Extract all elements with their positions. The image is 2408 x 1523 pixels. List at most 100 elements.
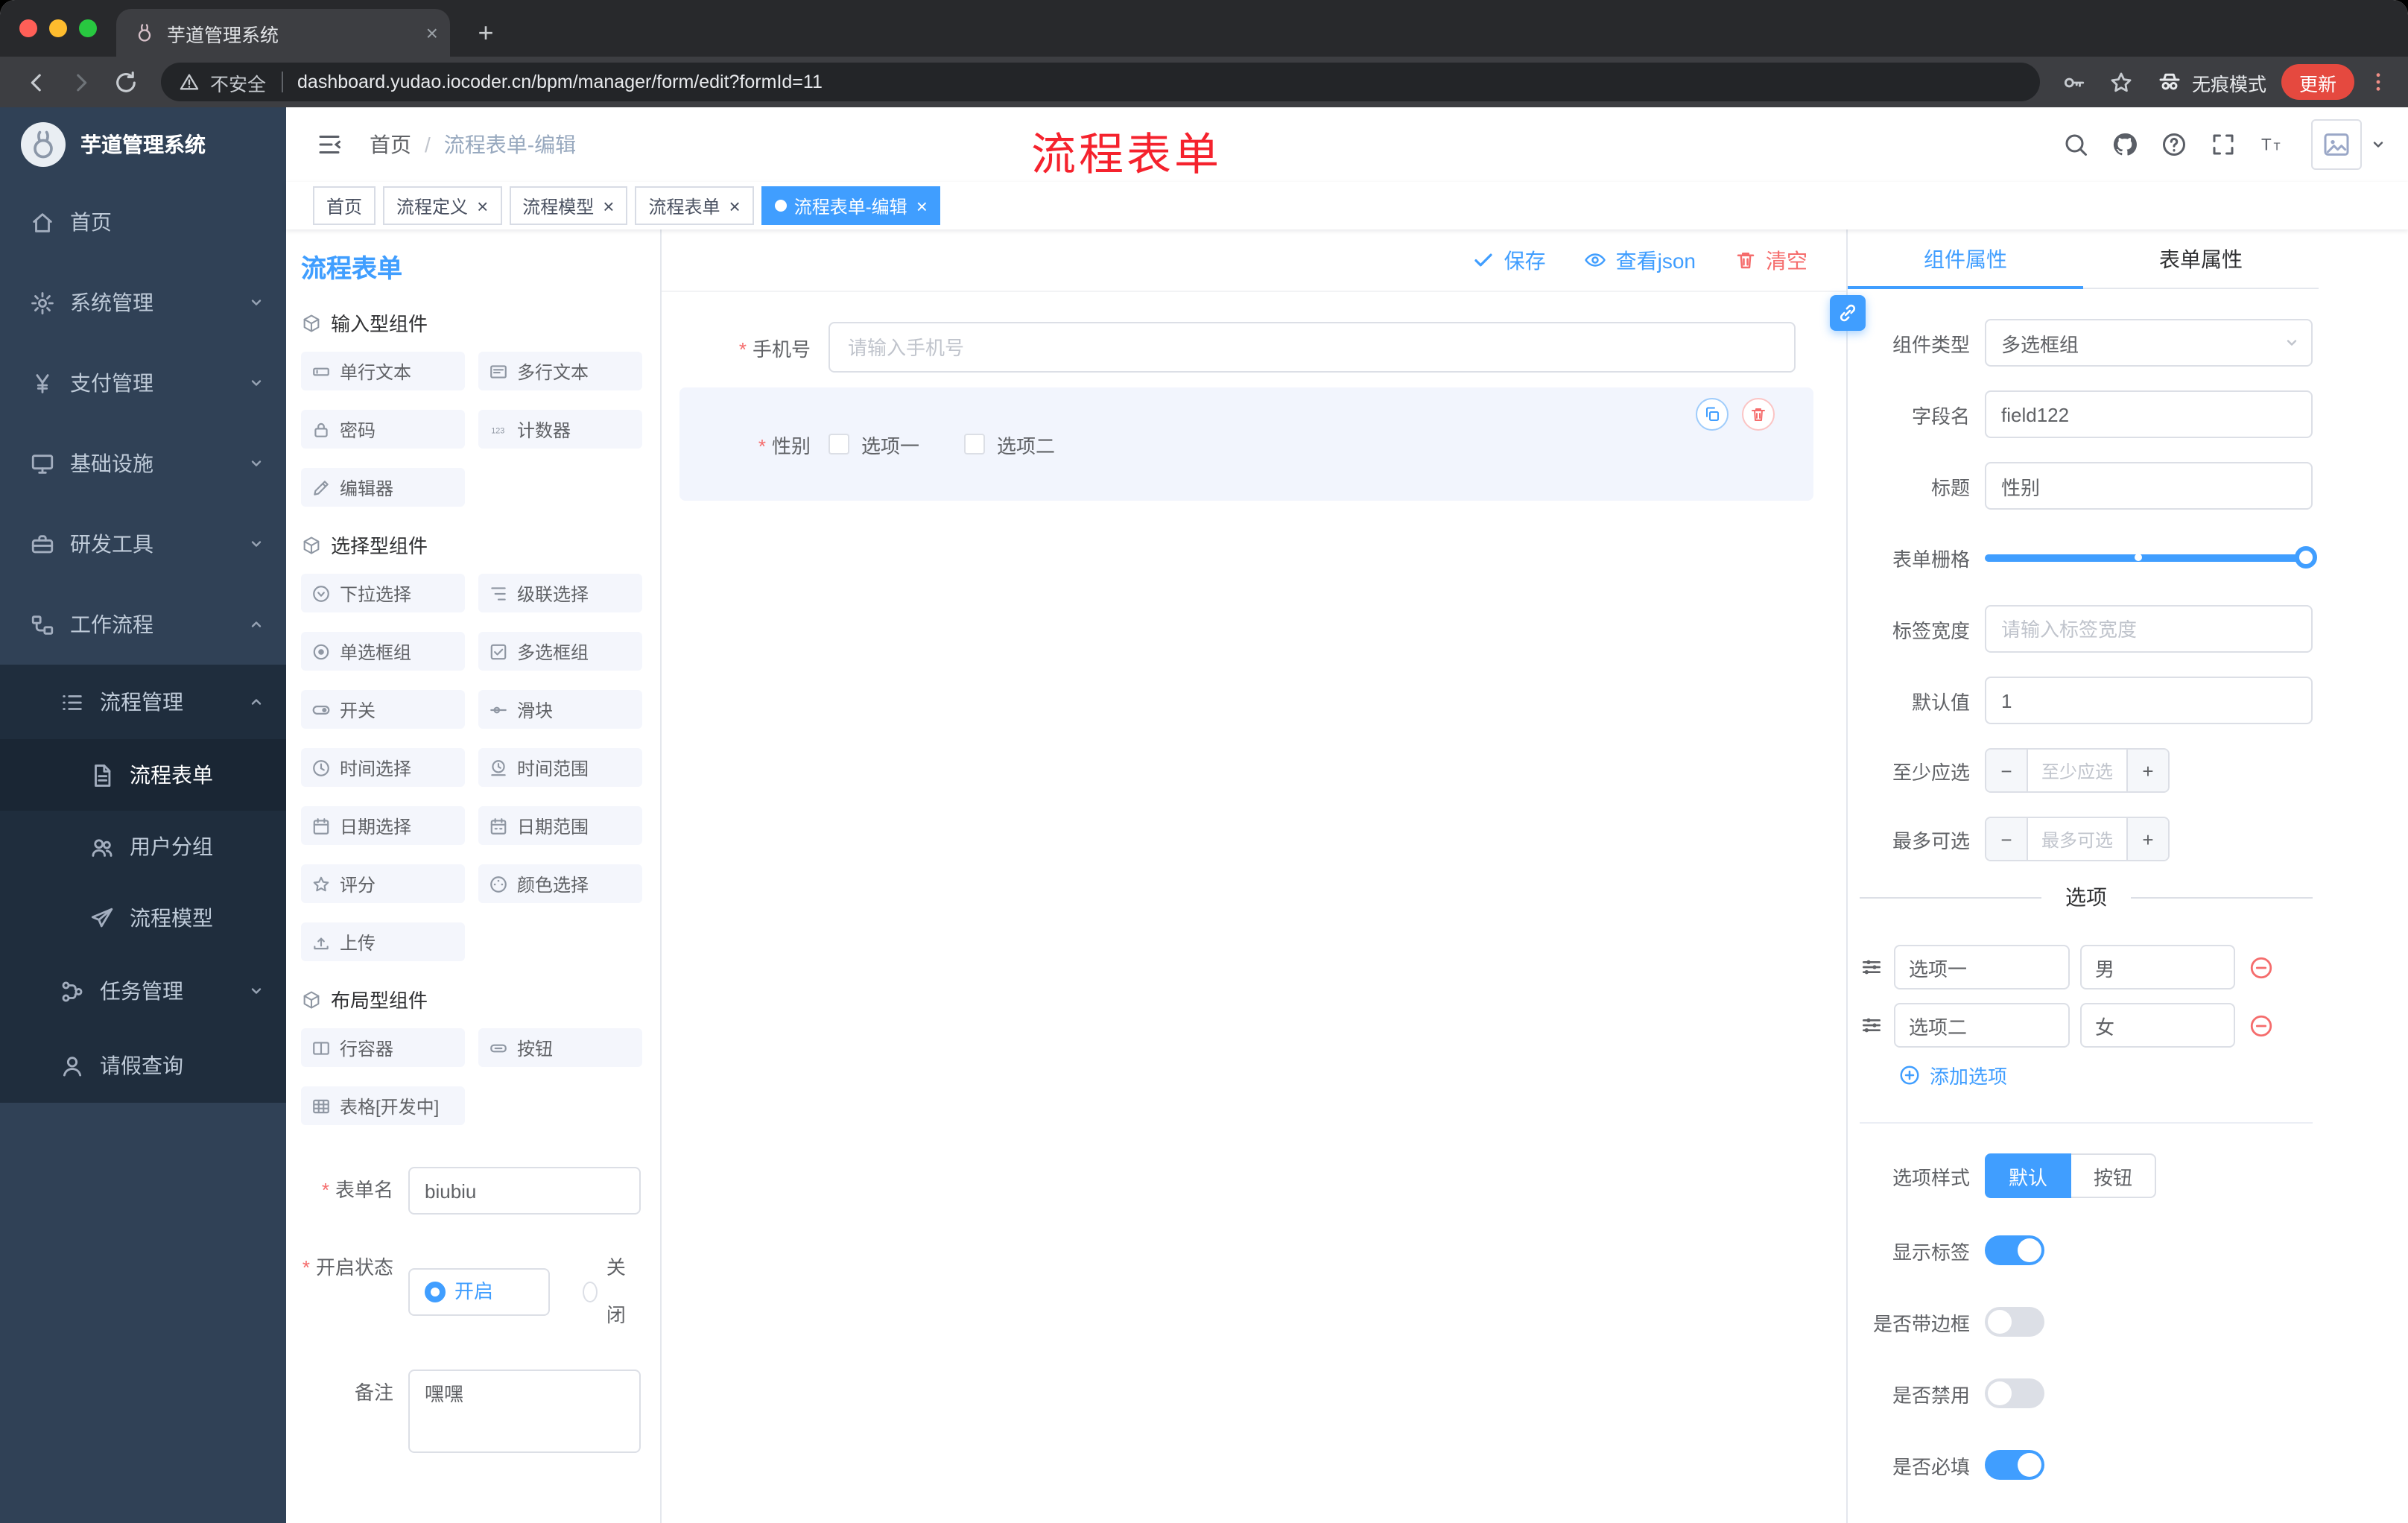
github-button[interactable]	[2103, 122, 2147, 167]
tag-process-form[interactable]: 流程表单 ×	[635, 186, 754, 225]
selected-widget-gender[interactable]: 性别 选项一 选项二	[679, 387, 1813, 501]
drag-handle-icon[interactable]	[1860, 955, 1883, 979]
new-tab-button[interactable]: +	[465, 12, 507, 54]
copy-widget-button[interactable]	[1696, 398, 1729, 431]
sidebar-item-infra[interactable]: 基础设施	[0, 423, 286, 504]
tab-component-props[interactable]: 组件属性	[1848, 229, 2083, 289]
option-value-input[interactable]	[2080, 945, 2235, 990]
show-label-switch[interactable]	[1985, 1235, 2044, 1265]
form-name-input[interactable]	[408, 1167, 641, 1215]
palette-item-date-range[interactable]: 日期范围	[478, 806, 642, 845]
palette-item-color[interactable]: 颜色选择	[478, 864, 642, 903]
docs-help-button[interactable]	[2152, 122, 2196, 167]
palette-item-slider[interactable]: 滑块	[478, 690, 642, 729]
default-value-input[interactable]	[1985, 677, 2313, 724]
sidebar-item-system[interactable]: 系统管理	[0, 262, 286, 343]
label-width-input[interactable]	[1985, 605, 2313, 653]
clear-button[interactable]: 清空	[1734, 245, 1807, 275]
remove-option-icon[interactable]	[2249, 1013, 2274, 1038]
palette-item-time[interactable]: 时间选择	[301, 748, 465, 787]
status-on-radio[interactable]: 开启	[408, 1268, 551, 1316]
title-input[interactable]	[1985, 462, 2313, 510]
sidebar-item-process-mgmt[interactable]: 流程管理	[0, 665, 286, 739]
browser-tab[interactable]: 芋道管理系统 ×	[116, 9, 450, 57]
chevron-down-icon[interactable]	[2369, 136, 2387, 153]
tag-process-form-edit[interactable]: 流程表单-编辑 ×	[761, 186, 941, 225]
palette-item-button[interactable]: 按钮	[478, 1028, 642, 1067]
back-button[interactable]	[15, 61, 57, 103]
palette-item-date[interactable]: 日期选择	[301, 806, 465, 845]
palette-item-password[interactable]: 密码	[301, 410, 465, 449]
palette-item-upload[interactable]: 上传	[301, 922, 465, 961]
sidebar-item-user-group[interactable]: 用户分组	[0, 811, 286, 882]
sidebar-item-workflow[interactable]: 工作流程	[0, 584, 286, 665]
collapse-sidebar-button[interactable]	[307, 122, 352, 167]
sidebar-item-process-form[interactable]: 流程表单	[0, 739, 286, 811]
save-button[interactable]: 保存	[1473, 245, 1546, 275]
palette-item-radio-group[interactable]: 单选框组	[301, 632, 465, 671]
tag-process-definition[interactable]: 流程定义 ×	[383, 186, 502, 225]
tag-process-model[interactable]: 流程模型 ×	[509, 186, 628, 225]
border-switch[interactable]	[1985, 1307, 2044, 1337]
option-value-input[interactable]	[2080, 1003, 2235, 1048]
required-switch[interactable]	[1985, 1450, 2044, 1480]
tag-close-icon[interactable]: ×	[916, 196, 928, 215]
panel-handle-button[interactable]	[1830, 295, 1866, 331]
palette-item-counter[interactable]: 计数器	[478, 410, 642, 449]
breadcrumb-home[interactable]: 首页	[370, 130, 411, 159]
delete-widget-button[interactable]	[1742, 398, 1775, 431]
gender-option-1-checkbox[interactable]: 选项一	[828, 430, 919, 458]
phone-input[interactable]	[828, 322, 1796, 373]
fullscreen-button[interactable]	[2201, 122, 2246, 167]
user-avatar[interactable]	[2311, 119, 2362, 170]
search-button[interactable]	[2053, 122, 2098, 167]
decrease-button[interactable]: −	[1986, 750, 2028, 791]
tag-close-icon[interactable]: ×	[477, 196, 488, 215]
drag-handle-icon[interactable]	[1860, 1013, 1883, 1037]
palette-item-row-container[interactable]: 行容器	[301, 1028, 465, 1067]
forward-button[interactable]	[60, 61, 101, 103]
option-label-input[interactable]	[1894, 945, 2070, 990]
palette-item-cascader[interactable]: 级联选择	[478, 574, 642, 612]
maximize-window-button[interactable]	[79, 19, 97, 37]
address-bar[interactable]: 不安全 dashboard.yudao.iocoder.cn/bpm/manag…	[161, 63, 2040, 101]
palette-item-single-text[interactable]: 单行文本	[301, 352, 465, 390]
tag-close-icon[interactable]: ×	[603, 196, 614, 215]
bookmark-button[interactable]	[2103, 63, 2141, 101]
tab-close-icon[interactable]: ×	[426, 22, 438, 43]
gender-option-2-checkbox[interactable]: 选项二	[964, 430, 1055, 458]
field-name-input[interactable]	[1985, 390, 2313, 438]
component-type-select[interactable]: 多选框组	[1985, 319, 2313, 367]
palette-item-editor[interactable]: 编辑器	[301, 468, 465, 507]
sidebar-item-payment[interactable]: 支付管理	[0, 343, 286, 423]
tab-form-props[interactable]: 表单属性	[2083, 229, 2319, 288]
style-default-button[interactable]: 默认	[1985, 1153, 2072, 1198]
form-remark-textarea[interactable]: 嘿嘿	[408, 1370, 641, 1453]
increase-button[interactable]: +	[2126, 750, 2168, 791]
tag-close-icon[interactable]: ×	[729, 196, 741, 215]
password-key-button[interactable]	[2055, 63, 2094, 101]
view-json-button[interactable]: 查看json	[1585, 245, 1696, 275]
palette-item-table[interactable]: 表格[开发中]	[301, 1086, 465, 1125]
palette-item-rate[interactable]: 评分	[301, 864, 465, 903]
sidebar-item-process-model[interactable]: 流程模型	[0, 882, 286, 954]
max-select-stepper[interactable]: − 最多可选 +	[1985, 817, 2170, 861]
style-button-button[interactable]: 按钮	[2071, 1153, 2157, 1198]
decrease-button[interactable]: −	[1986, 818, 2028, 860]
phone-field-row[interactable]: 手机号	[679, 322, 1796, 373]
sidebar-item-task-mgmt[interactable]: 任务管理	[0, 954, 286, 1028]
palette-item-multi-text[interactable]: 多行文本	[478, 352, 642, 390]
min-select-stepper[interactable]: − 至少应选 +	[1985, 748, 2170, 793]
reload-button[interactable]	[104, 61, 146, 103]
sidebar-item-leave-query[interactable]: 请假查询	[0, 1028, 286, 1103]
form-grid-slider[interactable]	[1985, 533, 2317, 581]
add-option-button[interactable]: 添加选项	[1898, 1061, 2313, 1089]
option-label-input[interactable]	[1894, 1003, 2070, 1048]
slider-handle[interactable]	[2295, 546, 2317, 569]
palette-item-switch[interactable]: 开关	[301, 690, 465, 729]
tag-home[interactable]: 首页	[313, 186, 376, 225]
sidebar-logo[interactable]: 芋道管理系统	[0, 107, 286, 182]
browser-menu-button[interactable]	[2363, 63, 2393, 101]
slider-track[interactable]	[1985, 546, 2317, 569]
sidebar-item-home[interactable]: 首页	[0, 182, 286, 262]
